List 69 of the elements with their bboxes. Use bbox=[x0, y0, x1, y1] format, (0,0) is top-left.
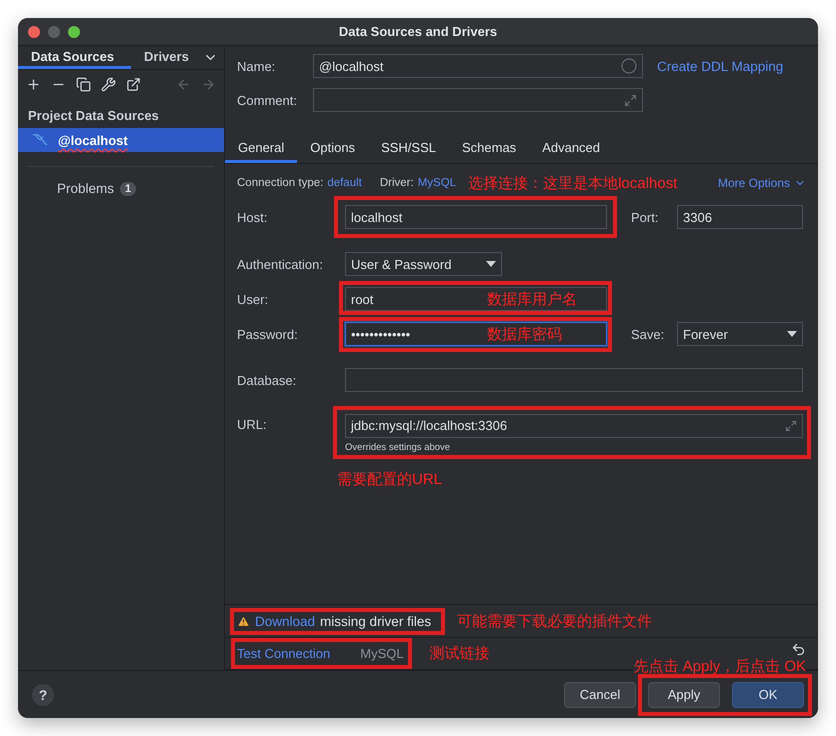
problems-label[interactable]: Problems bbox=[57, 181, 114, 196]
host-field[interactable]: localhost bbox=[345, 205, 607, 229]
annotation-note: 测试链接 bbox=[430, 644, 490, 663]
tab[interactable]: Advanced bbox=[529, 134, 614, 163]
circle-icon bbox=[621, 58, 637, 74]
field-label: Password: bbox=[237, 326, 299, 342]
field-label: User: bbox=[237, 292, 270, 306]
dialog-button[interactable]: Apply bbox=[648, 682, 720, 708]
expand-icon[interactable] bbox=[785, 420, 797, 432]
field-label: Host: bbox=[237, 210, 268, 224]
problems-count: 1 bbox=[120, 182, 136, 196]
annotation-note: 可能需要下载必要的插件文件 bbox=[457, 612, 652, 630]
url-field[interactable]: jdbc:mysql://localhost:3306 bbox=[345, 414, 803, 438]
connection-type-label: Connection type: bbox=[237, 177, 324, 189]
add-icon[interactable] bbox=[26, 77, 41, 92]
section-title: Project Data Sources bbox=[27, 107, 160, 125]
test-connection-link[interactable]: Test Connection bbox=[237, 646, 330, 661]
authentication-dropdown[interactable]: User & Password bbox=[345, 252, 502, 276]
expand-icon[interactable] bbox=[624, 94, 637, 106]
sidebar-tab[interactable]: Data Sources bbox=[18, 46, 131, 69]
driver-link[interactable]: MySQL bbox=[418, 177, 456, 189]
export-icon[interactable] bbox=[126, 77, 141, 92]
caret-icon bbox=[787, 331, 797, 337]
data-source-item[interactable]: @localhost bbox=[18, 128, 224, 152]
copy-icon[interactable] bbox=[76, 77, 91, 92]
create-ddl-link[interactable]: Create DDL Mapping bbox=[657, 58, 804, 74]
password-field[interactable]: ••••••••••••• 数据库密码 bbox=[345, 322, 607, 346]
back-icon[interactable] bbox=[176, 77, 191, 92]
dialog-button[interactable]: Cancel bbox=[564, 682, 636, 708]
annotation-note: 需要配置的URL bbox=[337, 470, 444, 488]
field-label: Comment: bbox=[237, 92, 298, 108]
name-field[interactable]: @localhost bbox=[313, 54, 643, 78]
annotation-note: 先点击 Apply，后点击 OK bbox=[633, 658, 806, 674]
sidebar-tab[interactable]: Drivers bbox=[131, 46, 199, 69]
window-title: Data Sources and Drivers bbox=[338, 24, 498, 39]
annotation-note: 选择连接：这里是本地localhost bbox=[468, 174, 678, 192]
save-dropdown[interactable]: Forever bbox=[677, 322, 803, 346]
comment-field[interactable] bbox=[313, 88, 643, 112]
field-label: Name: bbox=[237, 58, 276, 74]
tab[interactable]: SSH/SSL bbox=[368, 134, 449, 163]
help-button[interactable]: ? bbox=[32, 684, 54, 706]
zoom-icon[interactable] bbox=[68, 26, 80, 38]
field-label: Port: bbox=[631, 210, 660, 224]
field-label: Database: bbox=[237, 372, 298, 388]
forward-icon[interactable] bbox=[201, 77, 216, 92]
annotation-note: 数据库密码 bbox=[487, 324, 562, 344]
field-label: Save: bbox=[631, 326, 666, 342]
url-hint: Overrides settings above bbox=[345, 442, 450, 452]
field-label: Authentication: bbox=[237, 256, 324, 272]
user-field[interactable]: root 数据库用户名 bbox=[345, 287, 607, 311]
close-icon[interactable] bbox=[28, 26, 40, 38]
connection-type-link[interactable]: default bbox=[327, 177, 362, 189]
more-options-link[interactable]: More Options bbox=[718, 176, 790, 190]
tab[interactable]: Options bbox=[297, 134, 368, 163]
wrench-icon[interactable] bbox=[101, 77, 116, 92]
ok-button[interactable]: OK bbox=[732, 682, 804, 708]
warning-text: missing driver files bbox=[320, 614, 432, 628]
tab[interactable]: General bbox=[225, 134, 298, 163]
warning-icon bbox=[237, 614, 250, 628]
driver-name: MySQL bbox=[360, 646, 404, 661]
database-field[interactable] bbox=[345, 368, 803, 392]
undo-icon[interactable] bbox=[791, 642, 806, 657]
tab[interactable]: Schemas bbox=[448, 134, 530, 163]
field-label: URL: bbox=[237, 417, 268, 432]
driver-label: Driver: bbox=[380, 177, 414, 189]
download-link[interactable]: Download bbox=[255, 614, 316, 628]
caret-icon bbox=[486, 261, 496, 267]
port-field[interactable]: 3306 bbox=[677, 205, 803, 229]
annotation-note: 数据库用户名 bbox=[487, 290, 577, 308]
